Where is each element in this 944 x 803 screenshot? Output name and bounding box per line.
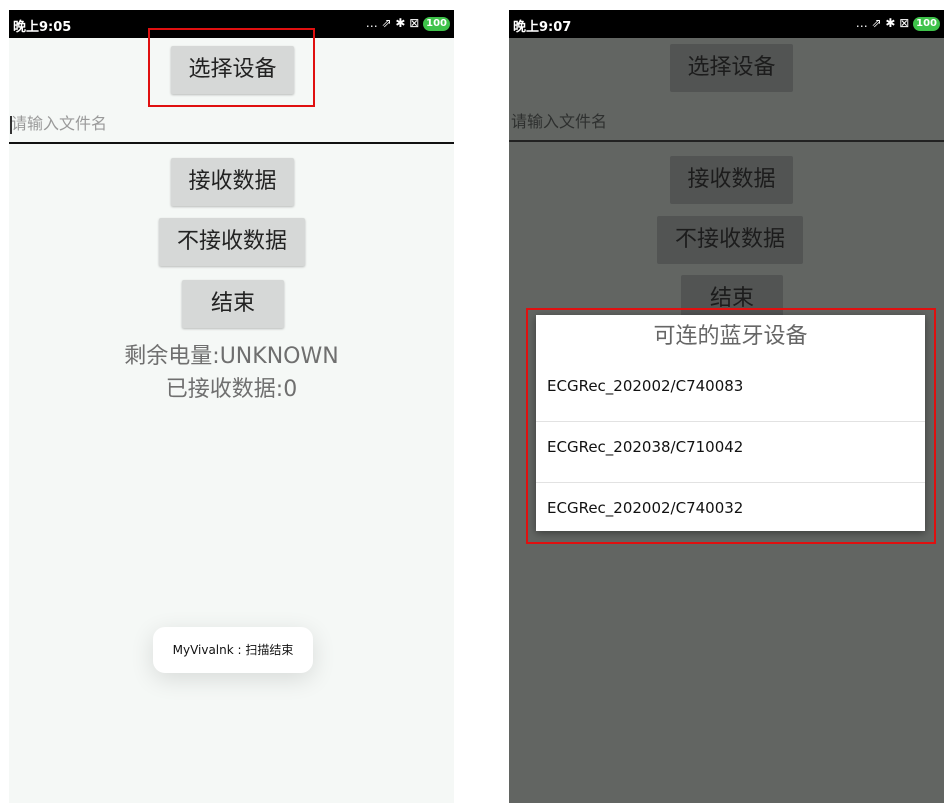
highlight-box	[526, 308, 936, 544]
battery-icon: 100	[423, 16, 450, 31]
receive-data-button[interactable]: 接收数据	[670, 156, 793, 204]
status-time: 晚上9:07	[513, 20, 572, 35]
filename-input[interactable]: 请输入文件名	[9, 110, 454, 144]
filename-input[interactable]: 请输入文件名	[509, 108, 944, 142]
received-data-text: 已接收数据:0	[165, 377, 298, 402]
receive-data-button[interactable]: 接收数据	[171, 158, 294, 206]
select-device-button[interactable]: 选择设备	[670, 44, 793, 92]
battery-remaining-text: 剩余电量:UNKNOWN	[124, 344, 339, 369]
battery-icon: 100	[913, 16, 940, 31]
left-screen: 晚上9:05 … ⇗ ✱ ⊠ 100 选择设备 请输入文件名 接收数据 不接收数…	[9, 10, 454, 803]
status-icons: … ⇗ ✱ ⊠ 100	[856, 16, 940, 31]
status-icons: … ⇗ ✱ ⊠ 100	[366, 16, 450, 31]
status-bar: 晚上9:07 … ⇗ ✱ ⊠ 100	[509, 10, 944, 38]
end-button[interactable]: 结束	[182, 280, 284, 328]
status-icons-text: … ⇗ ✱ ⊠	[855, 16, 910, 30]
highlight-box	[148, 28, 315, 107]
right-screen: 晚上9:07 … ⇗ ✱ ⊠ 100 选择设备 请输入文件名 接收数据 不接收数…	[509, 10, 944, 803]
status-time: 晚上9:05	[13, 20, 72, 35]
scan-finished-toast: MyVivalnk : 扫描结束	[153, 627, 313, 673]
stop-receive-button[interactable]: 不接收数据	[657, 216, 803, 264]
status-icons-text: … ⇗ ✱ ⊠	[365, 16, 420, 30]
stop-receive-button[interactable]: 不接收数据	[159, 218, 305, 266]
